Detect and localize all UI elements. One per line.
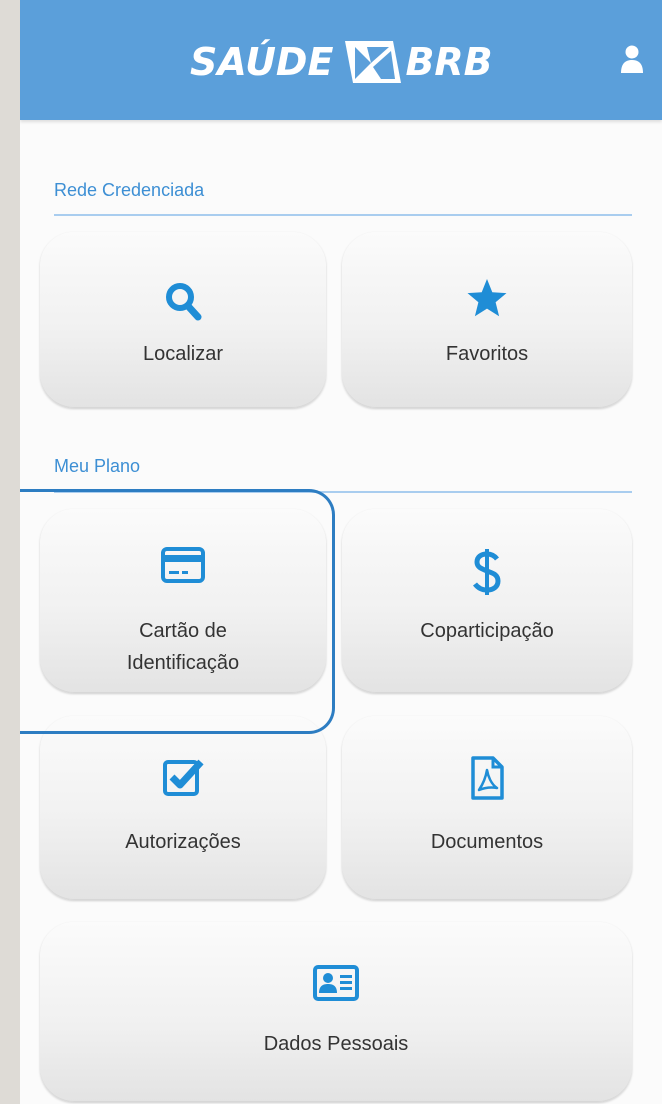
saude-brb-logo: SAÚDE BRB — [190, 37, 493, 87]
section-divider — [54, 491, 632, 493]
tile-coparticipacao-label: Coparticipação — [420, 620, 554, 642]
tile-favoritos[interactable]: Favoritos — [342, 232, 632, 408]
logo-text-right: BRB — [405, 40, 493, 84]
logo-text-left: SAÚDE — [190, 40, 334, 84]
star-icon — [467, 279, 507, 317]
user-icon[interactable] — [618, 44, 646, 74]
tile-documentos[interactable]: Documentos — [342, 716, 632, 900]
tile-localizar-label: Localizar — [142, 343, 224, 365]
search-icon — [166, 283, 202, 321]
background-strip — [0, 0, 21, 1104]
brb-logo-mark-icon — [345, 41, 402, 83]
tile-localizar[interactable]: Localizar — [40, 232, 326, 408]
section-title-meu-plano: Meu Plano — [54, 456, 141, 476]
tile-favoritos-label: Favoritos — [445, 343, 529, 365]
app-screen: SAÚDE BRB Rede Credenciada Localizar Fav… — [20, 0, 662, 1104]
id-card-icon — [313, 965, 359, 1001]
app-header: SAÚDE BRB — [20, 0, 662, 120]
tile-cartao-label-line1: Cartão de — [139, 620, 227, 642]
dollar-icon — [473, 549, 501, 595]
tile-coparticipacao[interactable]: Coparticipação — [342, 509, 632, 693]
tile-autorizacoes[interactable]: Autorizações — [40, 716, 326, 900]
tile-documentos-label: Documentos — [430, 831, 544, 853]
tile-autorizacoes-label: Autorizações — [125, 831, 241, 853]
credit-card-icon — [161, 547, 205, 583]
tile-cartao-identificacao[interactable]: Cartão de Identificação — [40, 509, 326, 693]
tile-dados-pessoais-label: Dados Pessoais — [263, 1033, 409, 1055]
section-title-rede-credenciada: Rede Credenciada — [54, 180, 205, 200]
pdf-document-icon — [471, 756, 504, 800]
tile-dados-pessoais[interactable]: Dados Pessoais — [40, 922, 632, 1102]
checkbox-icon — [163, 759, 204, 796]
section-divider — [54, 214, 632, 216]
tile-cartao-label-line2: Identificação — [126, 652, 240, 674]
